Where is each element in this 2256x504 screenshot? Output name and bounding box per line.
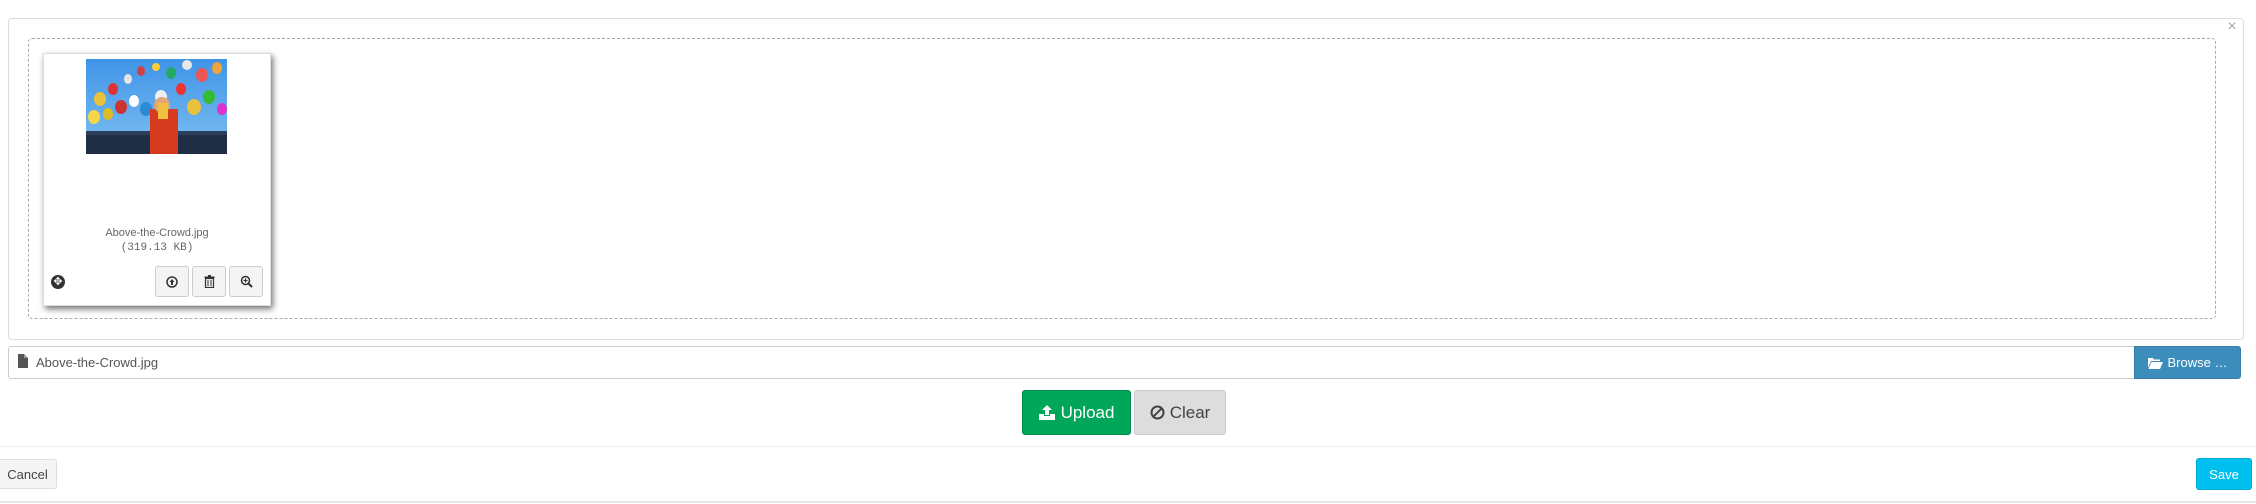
folder-open-icon xyxy=(2147,357,2163,369)
file-icon xyxy=(17,354,29,368)
move-icon[interactable]: ✥ xyxy=(51,275,65,289)
file-size: (319.13 KB) xyxy=(120,242,194,254)
trash-icon xyxy=(204,275,214,288)
upload-button[interactable]: Upload xyxy=(1022,390,1131,435)
clear-button[interactable]: Clear xyxy=(1134,390,1226,435)
footer-divider xyxy=(0,446,2256,447)
upload-circle-icon xyxy=(166,275,178,288)
file-name: Above-the-Crowd.jpg xyxy=(105,227,209,239)
file-drop-zone[interactable] xyxy=(28,38,2216,319)
delete-file-button[interactable] xyxy=(192,266,226,297)
ban-icon xyxy=(1150,405,1165,420)
browse-button[interactable]: Browse … xyxy=(2134,346,2241,379)
upload-label: Upload xyxy=(1060,402,1115,422)
file-caption-text: Above-the-Crowd.jpg xyxy=(36,355,159,370)
save-button[interactable]: Save xyxy=(2196,458,2252,490)
upload-icon xyxy=(1038,405,1055,420)
file-thumbnail-image xyxy=(86,59,227,154)
browse-label: Browse … xyxy=(2167,355,2228,370)
zoom-file-button[interactable] xyxy=(229,266,263,297)
cancel-button[interactable]: Cancel xyxy=(0,459,57,489)
bottom-border xyxy=(0,501,2256,503)
upload-file-button[interactable] xyxy=(155,266,189,297)
file-caption-field[interactable] xyxy=(8,346,2135,379)
close-preview-icon[interactable]: × xyxy=(2222,17,2242,37)
zoom-in-icon xyxy=(240,275,253,288)
clear-label: Clear xyxy=(1169,402,1211,422)
